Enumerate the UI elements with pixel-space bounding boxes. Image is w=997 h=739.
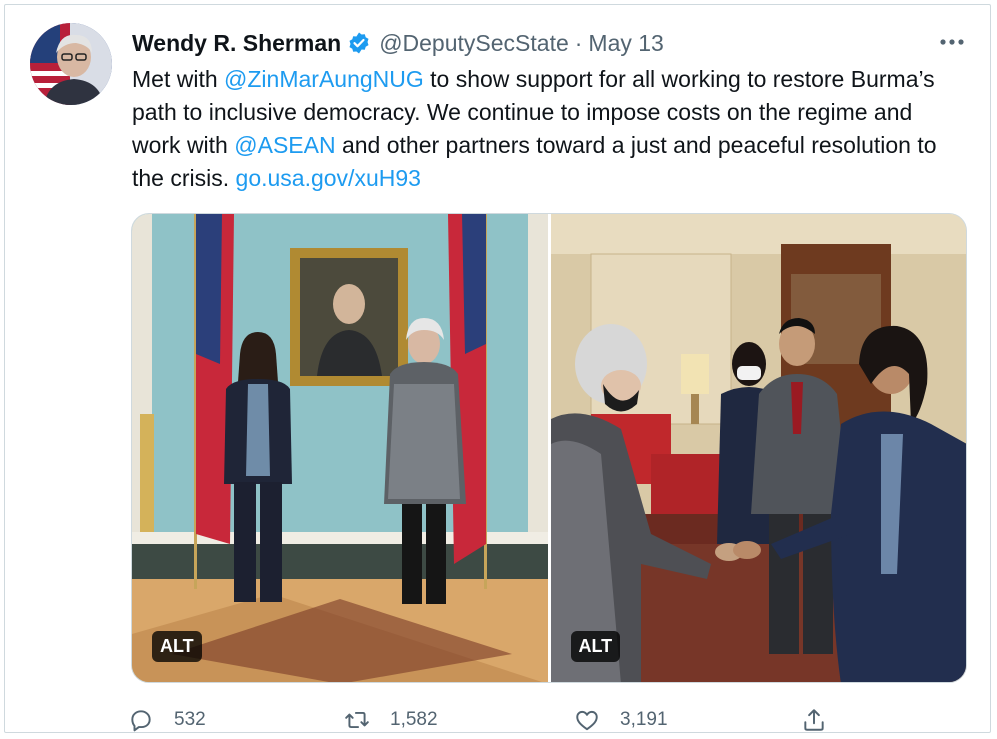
alt-badge[interactable]: ALT [570, 631, 621, 662]
tweet-date[interactable]: May 13 [588, 30, 663, 57]
share-button[interactable] [801, 707, 847, 733]
more-icon [940, 39, 964, 45]
tweet-text: Met with @ZinMarAungNUG to show support … [132, 63, 962, 195]
separator-dot: · [574, 29, 583, 56]
url-link[interactable]: go.usa.gov/xuH93 [236, 165, 421, 191]
alt-badge[interactable]: ALT [152, 631, 202, 662]
more-options-button[interactable] [937, 27, 967, 57]
avatar-image [30, 23, 112, 105]
author-name[interactable]: Wendy R. Sherman [132, 30, 341, 57]
mention-link[interactable]: @ASEAN [234, 132, 335, 158]
tweet-actions: 532 1,582 3,191 [5, 707, 990, 737]
photo-1-image [132, 214, 548, 682]
reply-button[interactable]: 532 [128, 707, 206, 733]
tweet-header: Wendy R. Sherman @DeputySecState · May 1… [132, 27, 664, 59]
mention-link[interactable]: @ZinMarAungNUG [224, 66, 424, 92]
retweet-count: 1,582 [390, 709, 438, 730]
retweet-icon [345, 711, 369, 729]
author-handle[interactable]: @DeputySecState [379, 30, 569, 57]
reply-count: 532 [174, 709, 206, 730]
tweet-card[interactable]: Wendy R. Sherman @DeputySecState · May 1… [4, 4, 991, 733]
photo-2-image [550, 214, 966, 682]
tweet-text-part: Met with [132, 66, 225, 92]
retweet-button[interactable]: 1,582 [344, 707, 438, 733]
like-count: 3,191 [620, 709, 668, 730]
share-icon [804, 709, 824, 731]
photo-2[interactable]: ALT [550, 214, 966, 682]
verified-badge-icon [349, 32, 369, 54]
like-button[interactable]: 3,191 [574, 707, 668, 733]
avatar[interactable] [30, 23, 112, 105]
tweet-media: ALT ALT [131, 213, 967, 683]
like-icon [576, 710, 598, 731]
photo-1[interactable]: ALT [132, 214, 548, 682]
reply-icon [131, 710, 151, 732]
